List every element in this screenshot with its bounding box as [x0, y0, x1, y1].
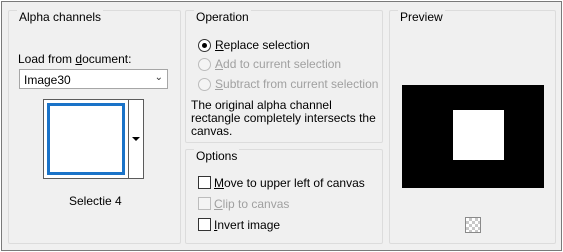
move-upper-left-label[interactable]: Move to upper left of canvas	[214, 176, 365, 190]
subtract-selection-radio[interactable]	[198, 78, 211, 91]
clip-to-canvas-checkbox[interactable]	[198, 197, 211, 210]
subtract-selection-label[interactable]: Subtract from current selection	[215, 77, 378, 91]
operation-info-line2: rectangle completely intersects the	[191, 111, 376, 125]
preview-title: Preview	[398, 10, 445, 24]
add-selection-radio[interactable]	[198, 58, 211, 71]
operation-info-line1: The original alpha channel	[191, 98, 332, 112]
operation-title: Operation	[194, 10, 251, 24]
alpha-channels-title: Alpha channels	[17, 10, 104, 24]
preview-canvas	[402, 85, 544, 188]
channel-thumbnail-selected	[47, 103, 125, 175]
channel-thumbnail-picker[interactable]	[43, 99, 144, 179]
operation-info-line3: canvas.	[191, 124, 233, 138]
channel-dropdown-button[interactable]	[128, 99, 144, 179]
document-select[interactable]: Image30 ⌄	[19, 69, 168, 89]
channel-thumbnail[interactable]	[43, 99, 129, 179]
preview-selection	[453, 110, 504, 160]
load-from-document-label: Load from document:	[18, 52, 132, 66]
chevron-down-icon: ⌄	[154, 72, 163, 83]
dropdown-arrow-icon	[132, 137, 140, 141]
clip-to-canvas-label[interactable]: Clip to canvas	[214, 197, 289, 211]
invert-image-checkbox[interactable]	[198, 218, 211, 231]
replace-selection-label[interactable]: Replace selection	[215, 38, 310, 52]
move-upper-left-checkbox[interactable]	[198, 176, 211, 189]
alpha-channel-dialog: Alpha channels Load from document: Image…	[1, 1, 562, 251]
add-selection-label[interactable]: Add to current selection	[215, 57, 341, 71]
channel-name-label: Selectie 4	[69, 194, 122, 208]
document-select-value: Image30	[24, 73, 71, 87]
replace-selection-radio[interactable]	[198, 39, 211, 52]
options-title: Options	[194, 149, 240, 163]
transparency-toggle-icon[interactable]	[465, 217, 481, 233]
invert-image-label[interactable]: Invert image	[214, 218, 280, 232]
